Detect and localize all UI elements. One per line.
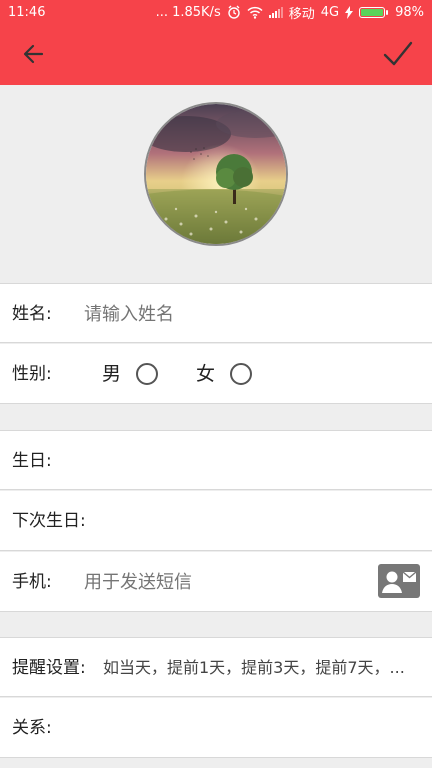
- gender-label: 性别:: [12, 364, 52, 384]
- name-row: 姓名:: [0, 283, 432, 344]
- gender-row: 性别: 男 女: [0, 344, 432, 404]
- section-gap: [0, 613, 432, 637]
- arrow-left-icon[interactable]: [20, 40, 48, 68]
- network-type: 4G: [320, 4, 340, 20]
- gender-female-label: 女: [196, 363, 216, 385]
- relation-row[interactable]: 关系:: [0, 698, 432, 758]
- carrier-name: 移动: [288, 6, 315, 22]
- reminder-label: 提醒设置:: [12, 658, 86, 678]
- status-bar: 11:46 ... 1.85K/s 移动 4G 98%: [0, 0, 432, 24]
- gender-male-radio[interactable]: [136, 363, 158, 385]
- phone-label: 手机:: [12, 572, 52, 592]
- section-gap: [0, 405, 432, 430]
- avatar-section: [0, 85, 432, 283]
- phone-row: 手机:: [0, 552, 432, 612]
- status-right: ... 1.85K/s 移动 4G 98%: [156, 3, 424, 22]
- avatar[interactable]: [144, 102, 288, 246]
- reminder-row[interactable]: 提醒设置: 如当天，提前1天，提前3天，提前7天，...: [0, 637, 432, 697]
- name-input[interactable]: [84, 284, 364, 344]
- network-speed: ... 1.85K/s: [155, 4, 221, 20]
- relation-label: 关系:: [12, 718, 52, 738]
- name-label: 姓名:: [12, 304, 52, 324]
- wifi-icon: [247, 6, 263, 19]
- next-birthday-label: 下次生日:: [12, 511, 86, 531]
- charging-icon: [345, 5, 354, 19]
- toolbar: [0, 24, 432, 85]
- battery-percent: 98%: [395, 4, 424, 20]
- birthday-row[interactable]: 生日:: [0, 430, 432, 490]
- check-icon[interactable]: [382, 38, 414, 70]
- battery-icon: [359, 6, 389, 18]
- gender-female-radio[interactable]: [230, 363, 252, 385]
- next-birthday-row: 下次生日:: [0, 491, 432, 551]
- signal-icon: [268, 6, 283, 18]
- phone-input[interactable]: [84, 552, 364, 612]
- alarm-icon: [227, 5, 241, 19]
- section-gap: [0, 759, 432, 768]
- gender-male-label: 男: [102, 363, 122, 385]
- contact-card-icon[interactable]: [378, 564, 420, 598]
- birthday-label: 生日:: [12, 451, 52, 471]
- status-time: 11:46: [8, 4, 46, 20]
- reminder-value: 如当天，提前1天，提前3天，提前7天，...: [103, 658, 405, 677]
